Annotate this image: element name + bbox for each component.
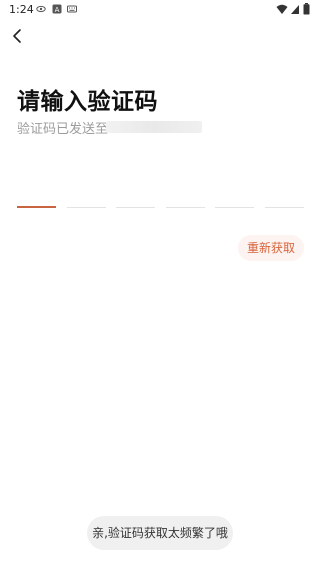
status-time: 1:24 <box>9 3 34 16</box>
code-digit-box-1[interactable] <box>17 176 56 208</box>
keyboard-icon <box>67 5 77 13</box>
signal-icon <box>291 5 299 14</box>
code-digit-box-4[interactable] <box>165 176 205 208</box>
eye-icon <box>36 5 46 13</box>
back-button[interactable] <box>9 27 27 45</box>
chevron-left-icon <box>13 29 21 43</box>
code-digit-box-5[interactable] <box>215 176 255 208</box>
code-digit-box-2[interactable] <box>66 176 106 208</box>
status-bar: 1:24 A <box>0 0 320 18</box>
toast-message: 亲,验证码获取太频繁了哦 <box>87 516 233 550</box>
masked-phone-number <box>106 121 202 133</box>
resend-code-button[interactable]: 重新获取 <box>238 235 304 261</box>
code-digit-box-6[interactable] <box>264 176 304 208</box>
a-badge-icon: A <box>52 4 62 14</box>
svg-text:A: A <box>55 6 60 14</box>
verification-code-input[interactable] <box>17 176 304 208</box>
sent-to-text: 验证码已发送至 <box>17 122 109 137</box>
battery-icon <box>303 3 310 15</box>
code-digit-box-3[interactable] <box>116 176 156 208</box>
page-title: 请输入验证码 <box>17 89 158 115</box>
wifi-icon <box>276 4 288 14</box>
